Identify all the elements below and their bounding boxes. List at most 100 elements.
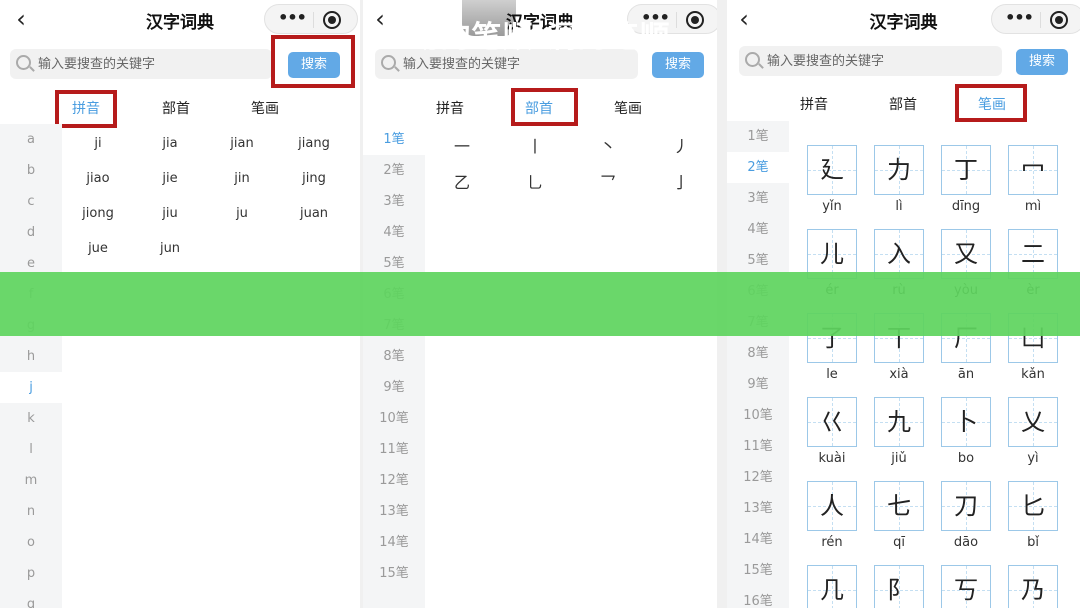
character-box: 丂 xyxy=(941,565,991,608)
stroke-count-item[interactable]: 2笔 xyxy=(363,155,425,186)
stroke-item[interactable]: 一 xyxy=(432,133,492,157)
stroke-count-item[interactable]: 14笔 xyxy=(363,527,425,558)
character-pinyin: dāo xyxy=(953,535,979,550)
letter-index-item[interactable]: a xyxy=(0,124,62,155)
pinyin-item[interactable]: jiu xyxy=(134,206,206,221)
character-glyph: 几 xyxy=(820,576,844,604)
stroke-count-item[interactable]: 1笔 xyxy=(727,121,789,152)
letter-index-item[interactable]: p xyxy=(0,558,62,589)
character-pinyin: lì xyxy=(895,199,903,214)
stroke-count-index: 1笔2笔3笔4笔5笔6笔7笔8笔9笔10笔11笔12笔13笔14笔15笔 xyxy=(363,124,425,608)
character-pinyin: bo xyxy=(957,451,975,466)
pinyin-item[interactable]: jiao xyxy=(62,171,134,186)
stroke-count-item[interactable]: 8笔 xyxy=(363,341,425,372)
character-box: 匕 xyxy=(1008,481,1058,531)
stroke-count-item[interactable]: 9笔 xyxy=(727,369,789,400)
stroke-count-item[interactable]: 15笔 xyxy=(363,558,425,589)
stroke-count-item[interactable]: 13笔 xyxy=(727,493,789,524)
stroke-count-item[interactable]: 2笔 xyxy=(727,152,789,183)
letter-index-item[interactable]: b xyxy=(0,155,62,186)
character-pinyin: yǐn xyxy=(822,199,842,214)
pinyin-item[interactable]: jin xyxy=(206,171,278,186)
character-box: 七 xyxy=(874,481,924,531)
tab-stroke[interactable]: 笔画 xyxy=(962,88,1022,122)
stroke-count-item[interactable]: 4笔 xyxy=(363,217,425,248)
tab-pinyin[interactable]: 拼音 xyxy=(420,92,480,126)
character-glyph: 乂 xyxy=(1021,408,1045,436)
stroke-count-item[interactable]: 1笔 xyxy=(363,124,425,155)
character-box: 力 xyxy=(874,145,924,195)
stroke-count-item[interactable]: 3笔 xyxy=(363,186,425,217)
stroke-item[interactable]: 丶 xyxy=(578,133,638,157)
pinyin-item[interactable]: jue xyxy=(62,241,134,256)
character-pinyin: qī xyxy=(893,535,905,550)
character-glyph: 丁 xyxy=(954,156,978,184)
tab-radical[interactable]: 部首 xyxy=(146,92,206,126)
character-pinyin: yì xyxy=(1027,451,1039,466)
tab-stroke[interactable]: 笔画 xyxy=(598,92,658,126)
pinyin-item[interactable]: jiang xyxy=(278,136,350,151)
stroke-item[interactable]: 亅 xyxy=(651,169,711,193)
letter-index-item[interactable]: n xyxy=(0,496,62,527)
character-glyph: 匕 xyxy=(1021,492,1045,520)
pinyin-item[interactable]: jiong xyxy=(62,206,134,221)
tab-radical[interactable]: 部首 xyxy=(873,88,933,122)
letter-index-item[interactable]: j xyxy=(0,372,62,403)
pinyin-item[interactable]: jun xyxy=(134,241,206,256)
character-box: 廴 xyxy=(807,145,857,195)
letter-index-item[interactable]: k xyxy=(0,403,62,434)
stroke-item[interactable]: 乚 xyxy=(505,169,565,193)
letter-index-item[interactable]: o xyxy=(0,527,62,558)
tab-pinyin[interactable]: 拼音 xyxy=(784,88,844,122)
stroke-count-item[interactable]: 11笔 xyxy=(363,434,425,465)
letter-index-item[interactable]: c xyxy=(0,186,62,217)
stroke-count-item[interactable]: 8笔 xyxy=(727,338,789,369)
stroke-item[interactable]: 乙 xyxy=(432,169,492,193)
pinyin-item[interactable]: jian xyxy=(206,136,278,151)
stroke-count-item[interactable]: 14笔 xyxy=(727,524,789,555)
stroke-count-item[interactable]: 3笔 xyxy=(727,183,789,214)
character-box: 乂 xyxy=(1008,397,1058,447)
letter-index-item[interactable]: h xyxy=(0,341,62,372)
stroke-count-item[interactable]: 9笔 xyxy=(363,372,425,403)
character-box: 巜 xyxy=(807,397,857,447)
stroke-count-item[interactable]: 16笔 xyxy=(727,586,789,608)
stroke-count-item[interactable]: 11笔 xyxy=(727,431,789,462)
letter-index-item[interactable]: d xyxy=(0,217,62,248)
tab-stroke[interactable]: 笔画 xyxy=(235,92,295,126)
character-pinyin: xià xyxy=(889,367,909,382)
stroke-count-item[interactable]: 13笔 xyxy=(363,496,425,527)
pinyin-item[interactable]: juan xyxy=(278,206,350,221)
stroke-count-item[interactable]: 10笔 xyxy=(363,403,425,434)
stroke-count-item[interactable]: 12笔 xyxy=(727,462,789,493)
search-icon xyxy=(16,55,31,70)
character-box: 刀 xyxy=(941,481,991,531)
stroke-count-item[interactable]: 12笔 xyxy=(363,465,425,496)
character-glyph: 丂 xyxy=(954,576,978,604)
title-banner xyxy=(0,272,1080,336)
character-pinyin: ān xyxy=(957,367,975,382)
tab-pinyin[interactable]: 拼音 xyxy=(56,92,116,126)
pinyin-item[interactable]: jing xyxy=(278,171,350,186)
stroke-count-item[interactable]: 4笔 xyxy=(727,214,789,245)
stroke-item[interactable]: 丿 xyxy=(651,133,711,157)
stroke-count-item[interactable]: 10笔 xyxy=(727,400,789,431)
character-glyph: 乃 xyxy=(1021,576,1045,604)
tab-radical[interactable]: 部首 xyxy=(509,92,569,126)
character-pinyin: kǎn xyxy=(1021,367,1045,382)
character-pinyin: dīng xyxy=(951,199,981,214)
letter-index-item[interactable]: m xyxy=(0,465,62,496)
banner-title: 动的笔顺:洞的笔顺 xyxy=(409,20,671,55)
stroke-item[interactable]: 乛 xyxy=(578,169,638,193)
character-glyph: 巜 xyxy=(820,408,844,436)
stroke-count-item[interactable]: 15笔 xyxy=(727,555,789,586)
character-glyph: 人 xyxy=(820,492,844,520)
letter-index-item[interactable]: l xyxy=(0,434,62,465)
stroke-item[interactable]: 丨 xyxy=(505,133,565,157)
pinyin-item[interactable]: jie xyxy=(134,171,206,186)
pinyin-item[interactable]: jia xyxy=(134,136,206,151)
character-pinyin: mì xyxy=(1024,199,1042,214)
pinyin-item[interactable]: ji xyxy=(62,136,134,151)
pinyin-item[interactable]: ju xyxy=(206,206,278,221)
letter-index-item[interactable]: q xyxy=(0,589,62,608)
